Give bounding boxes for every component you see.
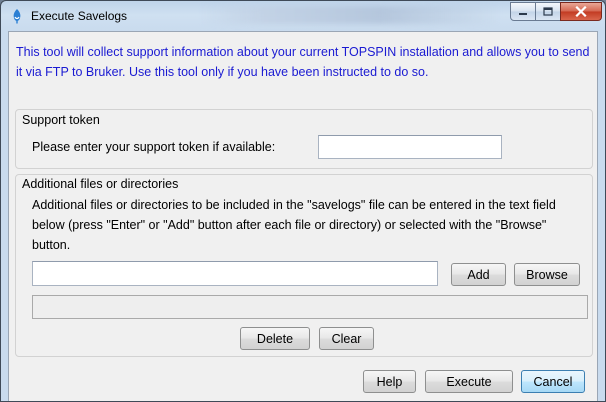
support-token-prompt: Please enter your support token if avail… (32, 140, 276, 154)
file-path-input[interactable] (32, 261, 438, 286)
title-bar[interactable]: Execute Savelogs (1, 1, 605, 31)
minimize-icon (519, 12, 527, 15)
add-button[interactable]: Add (451, 263, 506, 286)
title-bar-background (201, 6, 501, 24)
support-token-group: Support token Please enter your support … (15, 109, 593, 169)
dialog-content: This tool will collect support informati… (8, 31, 598, 401)
intro-text: This tool will collect support informati… (16, 45, 590, 79)
support-token-input[interactable] (318, 135, 502, 159)
support-token-group-title: Support token (22, 113, 100, 127)
additional-files-description: Additional files or directories to be in… (32, 198, 556, 252)
file-list[interactable] (32, 295, 588, 319)
dialog-window: Execute Savelogs This tool will collect … (0, 0, 606, 402)
clear-button[interactable]: Clear (319, 327, 374, 350)
help-button[interactable]: Help (363, 370, 416, 393)
cancel-button[interactable]: Cancel (521, 370, 585, 393)
close-button[interactable] (560, 2, 602, 21)
topspin-app-icon (13, 9, 21, 24)
delete-button[interactable]: Delete (240, 327, 310, 350)
additional-files-group: Additional files or directories Addition… (15, 174, 593, 357)
execute-button[interactable]: Execute (425, 370, 513, 393)
window-title: Execute Savelogs (31, 9, 128, 23)
maximize-button[interactable] (535, 2, 561, 21)
additional-files-group-title: Additional files or directories (22, 177, 179, 191)
close-icon (575, 6, 587, 17)
browse-button[interactable]: Browse (514, 263, 580, 286)
minimize-button[interactable] (510, 2, 536, 21)
maximize-icon (543, 7, 553, 16)
